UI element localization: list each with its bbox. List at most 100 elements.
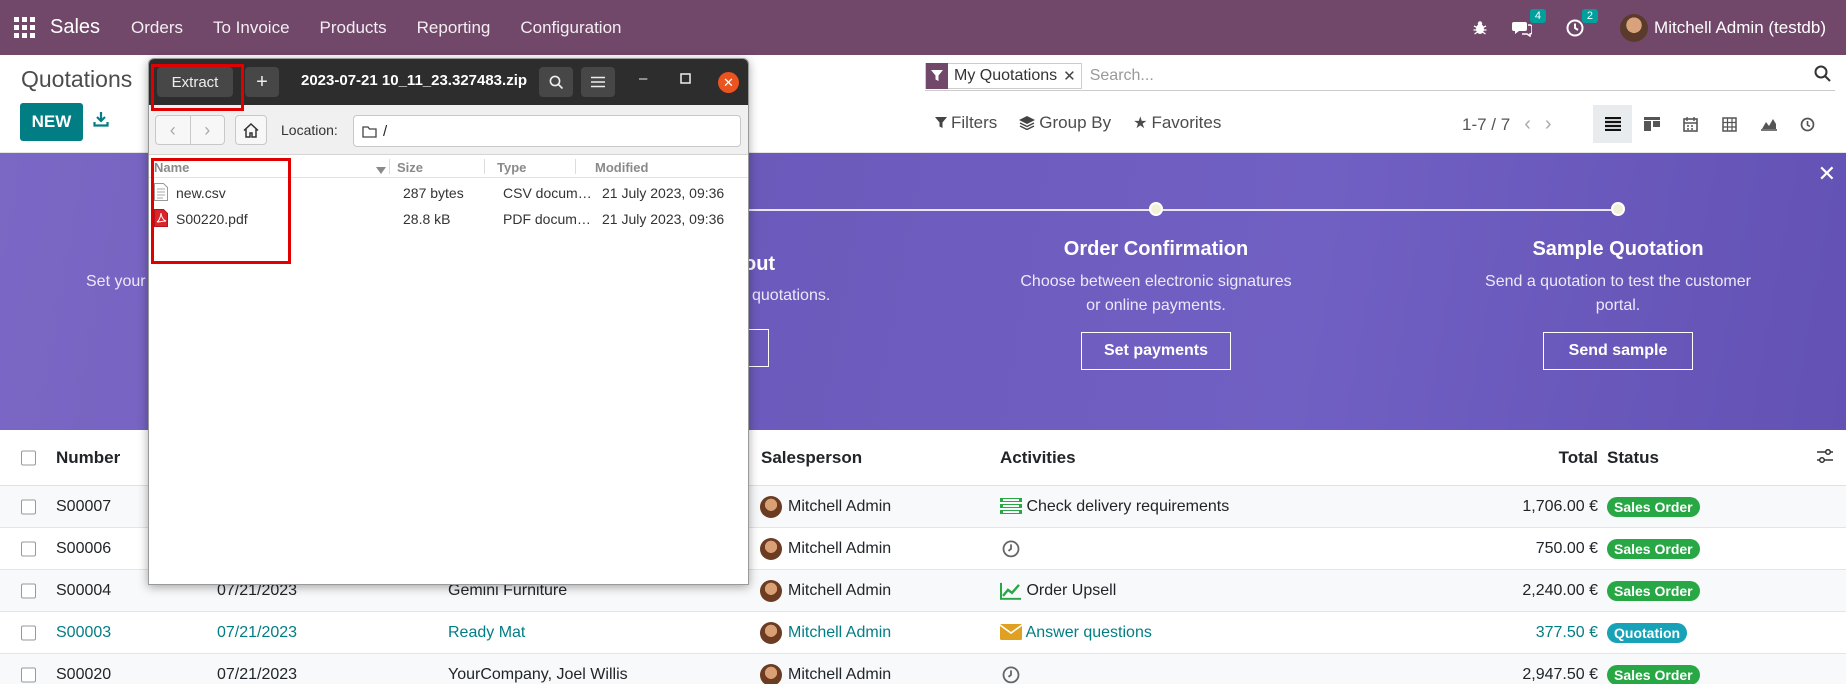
col-total[interactable]: Total (1559, 448, 1598, 468)
step-dot-order-confirmation (1149, 202, 1163, 216)
sample-quotation-desc-2: portal. (1595, 297, 1641, 314)
status-badge: Sales Order (1607, 538, 1700, 559)
activity-summary: Answer questions (1025, 623, 1152, 641)
select-all-checkbox[interactable] (21, 450, 36, 465)
row-activity[interactable]: Answer questions (999, 623, 1152, 642)
hamburger-menu-button[interactable] (581, 67, 615, 97)
search-files-button[interactable] (539, 67, 573, 97)
col-number[interactable]: Number (56, 448, 120, 468)
row-total: 750.00 € (1535, 539, 1598, 557)
sample-quotation-title: Sample Quotation (1532, 238, 1704, 260)
row-activity[interactable] (1002, 539, 1020, 557)
search-icon[interactable] (1814, 65, 1831, 87)
download-icon[interactable] (93, 111, 109, 132)
pager-value[interactable]: 1-7 / 7 (1462, 115, 1510, 135)
col-modified[interactable]: Modified (595, 160, 648, 175)
add-files-button[interactable]: + (245, 67, 279, 97)
banner-close-icon[interactable]: ✕ (1818, 161, 1836, 187)
location-field[interactable]: / (353, 115, 741, 147)
activity-view-icon[interactable] (1788, 105, 1827, 143)
search-input[interactable]: Search... (1090, 67, 1814, 85)
col-type[interactable]: Type (497, 160, 526, 175)
graph-view-icon[interactable] (1749, 105, 1788, 143)
row-checkbox[interactable] (21, 541, 36, 556)
activity-summary: Order Upsell (1026, 581, 1117, 599)
new-button[interactable]: NEW (20, 103, 83, 141)
salesperson-name: Mitchell Admin (788, 623, 892, 641)
row-total: 1,706.00 € (1522, 497, 1598, 515)
messages-icon[interactable]: 4 (1512, 8, 1547, 37)
row-checkbox[interactable] (21, 667, 36, 682)
row-customer: Ready Mat (448, 623, 526, 641)
order-confirmation-desc-1: Choose between electronic signatures (1020, 273, 1292, 290)
menu-orders[interactable]: Orders (131, 18, 183, 38)
minimize-icon[interactable]: ‒ (639, 70, 647, 87)
menu-reporting[interactable]: Reporting (417, 18, 491, 38)
menu-configuration[interactable]: Configuration (520, 18, 621, 38)
row-salesperson: Mitchell Admin (760, 495, 891, 518)
row-activity[interactable] (1002, 665, 1020, 683)
forward-icon[interactable]: › (191, 116, 225, 144)
row-salesperson: Mitchell Admin (760, 579, 892, 602)
menu-products[interactable]: Products (320, 18, 387, 38)
pager-next-icon[interactable]: › (1545, 113, 1552, 136)
archive-manager-window: Extract + 2023-07-21 10_11_23.327483.zip… (148, 58, 749, 585)
calendar-view-icon[interactable] (1671, 105, 1710, 143)
apps-grid-icon[interactable] (14, 16, 36, 39)
banner-partial-text: Set your (86, 273, 146, 290)
row-total: 2,947.50 € (1522, 665, 1598, 683)
row-activity[interactable]: Check delivery requirements (1000, 498, 1229, 516)
row-number: S00007 (56, 497, 112, 515)
chart-line-icon (1000, 582, 1021, 600)
groupby-label: Group By (1039, 113, 1112, 132)
favorites-toggle[interactable]: ★ Favorites (1133, 113, 1221, 133)
sort-descending-icon[interactable] (376, 162, 386, 177)
activity-clock-icon[interactable]: 2 (1566, 8, 1599, 37)
row-checkbox[interactable] (21, 499, 36, 514)
back-icon[interactable]: ‹ (156, 116, 191, 144)
search-bar: My Quotations ✕ Search... (925, 61, 1835, 91)
column-settings-icon[interactable] (1817, 448, 1833, 468)
salesperson-name: Mitchell Admin (788, 581, 892, 599)
row-total: 377.50 € (1535, 623, 1598, 641)
user-avatar[interactable] (1620, 13, 1649, 42)
row-checkbox[interactable] (21, 625, 36, 640)
col-status[interactable]: Status (1607, 448, 1659, 468)
file-modified: 21 July 2023, 09:36 (602, 185, 725, 201)
col-salesperson[interactable]: Salesperson (761, 448, 862, 468)
groupby-toggle[interactable]: Group By (1019, 113, 1111, 133)
table-row[interactable]: S00020 07/21/2023 YourCompany, Joel Will… (0, 654, 1846, 684)
facet-remove-icon[interactable]: ✕ (1063, 67, 1081, 85)
table-row[interactable]: S00003 07/21/2023 Ready Mat Mitchell Adm… (0, 612, 1846, 654)
sample-quotation-desc-1: Send a quotation to test the customer (1485, 273, 1751, 290)
bug-icon[interactable] (1472, 20, 1488, 36)
filters-toggle[interactable]: Filters (935, 113, 997, 133)
app-brand[interactable]: Sales (50, 16, 100, 39)
kanban-view-icon[interactable] (1632, 105, 1671, 143)
maximize-icon[interactable] (680, 70, 691, 88)
row-number: S00003 (56, 623, 112, 641)
send-sample-button[interactable]: Send sample (1543, 332, 1693, 370)
home-button[interactable] (235, 115, 267, 145)
file-size: 287 bytes (403, 185, 464, 201)
list-view-icon[interactable] (1593, 105, 1632, 143)
history-nav: ‹ › (155, 115, 225, 145)
salesperson-name: Mitchell Admin (788, 539, 892, 557)
top-navbar: Sales Orders To Invoice Products Reporti… (0, 0, 1846, 55)
col-activities[interactable]: Activities (1000, 448, 1076, 468)
truck-list-icon (1000, 498, 1022, 515)
pager-previous-icon[interactable]: ‹ (1524, 113, 1531, 136)
close-icon[interactable]: ✕ (718, 72, 739, 93)
menu-to-invoice[interactable]: To Invoice (213, 18, 290, 38)
row-activity[interactable]: Order Upsell (1000, 581, 1117, 600)
column-divider (575, 159, 576, 174)
row-total: 2,240.00 € (1522, 581, 1598, 599)
col-size[interactable]: Size (397, 160, 423, 175)
activities-count-badge: 2 (1581, 8, 1599, 23)
step-dot-sample-quotation (1611, 202, 1625, 216)
user-name[interactable]: Mitchell Admin (testdb) (1654, 18, 1826, 38)
set-payments-button[interactable]: Set payments (1081, 332, 1231, 370)
pivot-view-icon[interactable] (1710, 105, 1749, 143)
banner-partial-desc: quotations. (752, 287, 831, 304)
row-checkbox[interactable] (21, 583, 36, 598)
